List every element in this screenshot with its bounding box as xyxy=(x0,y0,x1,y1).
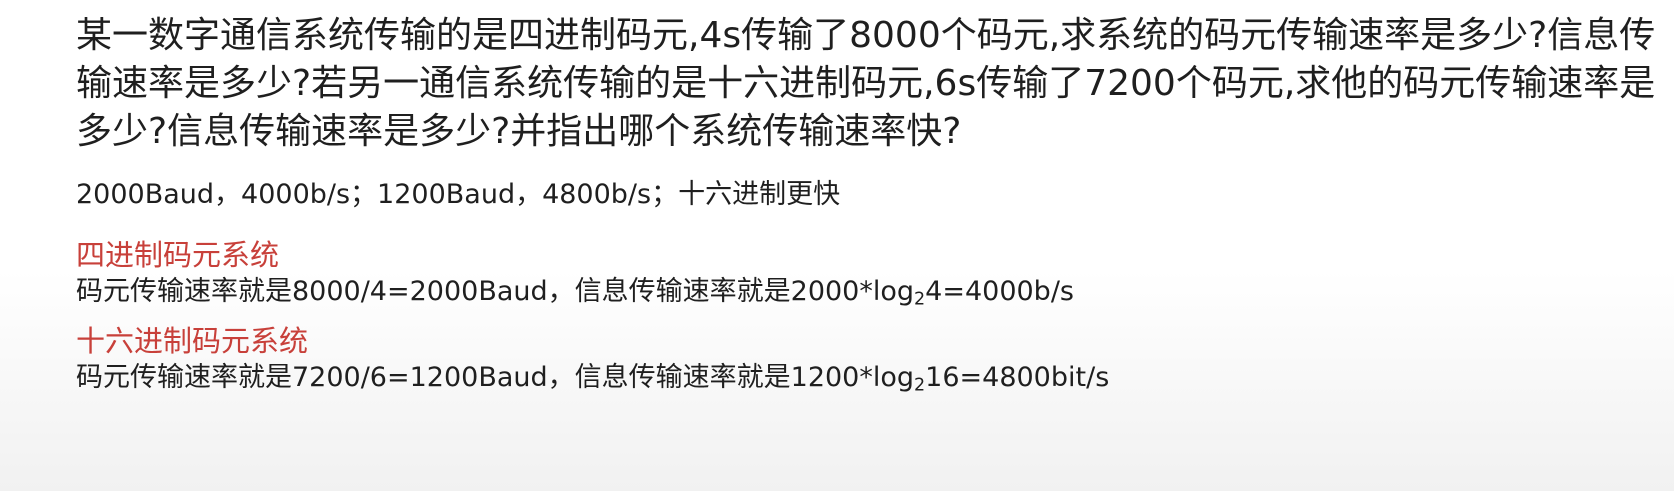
slide-content: 某一数字通信系统传输的是四进制码元,4s传输了8000个码元,求系统的码元传输速… xyxy=(76,12,1656,396)
log-base-subscript: 2 xyxy=(914,289,926,310)
section-quaternary-system: 四进制码元系统 码元传输速率就是8000/4=2000Baud，信息传输速率就是… xyxy=(76,236,1656,310)
section-hexadecimal-system: 十六进制码元系统 码元传输速率就是7200/6=1200Baud，信息传输速率就… xyxy=(76,322,1656,396)
formula-text: 码元传输速率就是8000/4=2000Baud，信息传输速率就是2000*log xyxy=(76,276,915,307)
answer-summary: 2000Baud，4000b/s；1200Baud，4800b/s；十六进制更快 xyxy=(76,179,841,210)
section-title: 十六进制码元系统 xyxy=(76,324,309,358)
question-text: 某一数字通信系统传输的是四进制码元,4s传输了8000个码元,求系统的码元传输速… xyxy=(76,15,1656,152)
formula-text: 码元传输速率就是7200/6=1200Baud，信息传输速率就是1200*log xyxy=(76,362,915,393)
log-base-subscript: 2 xyxy=(914,375,926,396)
section-title: 四进制码元系统 xyxy=(76,238,280,272)
section-body: 码元传输速率就是7200/6=1200Baud，信息传输速率就是1200*log… xyxy=(76,360,1656,396)
formula-result: 4=4000b/s xyxy=(925,276,1074,307)
section-body: 码元传输速率就是8000/4=2000Baud，信息传输速率就是2000*log… xyxy=(76,274,1656,310)
formula-result: 16=4800bit/s xyxy=(925,362,1110,393)
